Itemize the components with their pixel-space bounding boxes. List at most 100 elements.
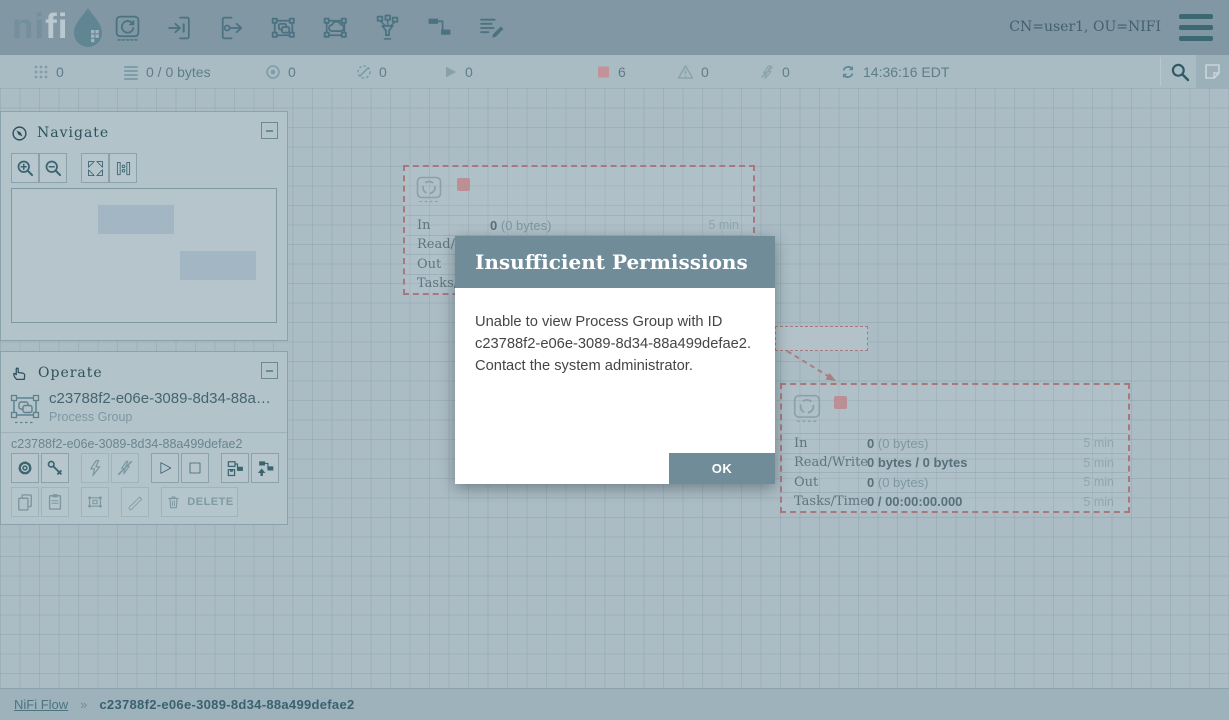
zoom-out-icon: [43, 158, 64, 179]
status-transmitting: 0: [265, 55, 296, 88]
stat-extra: (0 bytes): [878, 475, 929, 490]
stat-window: 5 min: [1083, 495, 1114, 509]
navigate-buttons: [11, 153, 137, 183]
start-button[interactable]: [151, 453, 179, 483]
zoom-actual-size-button[interactable]: [109, 153, 137, 183]
zoom-fit-button[interactable]: [81, 153, 109, 183]
output-port-icon: [218, 14, 245, 42]
birdseye-map[interactable]: [11, 188, 277, 323]
operate-title: Operate: [38, 365, 103, 381]
breadcrumb: NiFi Flow » c23788f2-e06e-3089-8d34-88a4…: [0, 688, 1229, 720]
enable-button[interactable]: [81, 453, 109, 483]
bulletin-board-button[interactable]: [1196, 55, 1229, 88]
processor-icon: [114, 14, 141, 42]
lightning-slash-icon: [115, 458, 135, 478]
stat-value: 0 / 00:00:00.000: [867, 494, 962, 509]
group-button[interactable]: [81, 487, 109, 517]
stat-label: In: [417, 218, 490, 233]
stop-button[interactable]: [181, 453, 209, 483]
restricted-component-2[interactable]: In 0 (0 bytes) 5 min Read/Write 0 bytes …: [780, 383, 1130, 513]
refresh-time: 14:36:16 EDT: [863, 64, 949, 80]
delete-label: DELETE: [187, 496, 233, 508]
operate-palette: Operate c23788f2-e06e-3089-8d34-88a499de…: [0, 351, 288, 525]
copy-icon: [15, 492, 35, 512]
status-running: 0: [443, 55, 473, 88]
bulletin-note-icon: [1203, 62, 1222, 81]
not-transmitting-count: 0: [379, 64, 387, 80]
nifi-drop-icon: [69, 6, 107, 50]
zoom-out-button[interactable]: [39, 153, 67, 183]
stopped-count: 6: [618, 64, 626, 80]
invalid-warning-icon: [677, 64, 694, 80]
stat-extra: (0 bytes): [501, 218, 552, 233]
stopped-status-square: [834, 396, 847, 409]
dialog-title: Insufficient Permissions: [475, 250, 748, 274]
stat-label: Tasks/Time: [794, 494, 867, 509]
toolbar-label[interactable]: [478, 13, 505, 42]
toolbar-output-port[interactable]: [218, 13, 245, 42]
processor-ghost-icon: [792, 393, 822, 424]
nifi-logo[interactable]: nifi: [12, 6, 107, 50]
stat-label: Read/Write: [794, 455, 867, 470]
status-disabled: 0: [759, 55, 790, 88]
stat-value: 0: [867, 475, 874, 490]
toolbar-template[interactable]: [426, 13, 453, 42]
logo-text-fi: fi: [45, 6, 68, 48]
copy-button[interactable]: [11, 487, 39, 517]
delete-button[interactable]: DELETE: [161, 487, 238, 517]
processor-ghost-icon: [415, 175, 443, 204]
access-policies-button[interactable]: [41, 453, 69, 483]
process-group-icon: [9, 390, 41, 426]
toolbar-process-group[interactable]: [270, 13, 297, 42]
one-to-one-icon: [113, 158, 134, 179]
create-template-button[interactable]: [221, 453, 249, 483]
navigate-collapse-button[interactable]: [261, 122, 278, 139]
template-icon: [426, 14, 453, 42]
configure-button[interactable]: [11, 453, 39, 483]
ok-button[interactable]: OK: [669, 453, 775, 484]
toolbar-remote-process-group[interactable]: [322, 13, 349, 42]
dialog-message: Unable to view Process Group with ID c23…: [475, 312, 767, 377]
stat-value: 0 bytes / 0 bytes: [867, 455, 967, 470]
disabled-count: 0: [782, 64, 790, 80]
breadcrumb-root-link[interactable]: NiFi Flow: [14, 697, 68, 712]
breadcrumb-separator: »: [80, 697, 87, 712]
stat-label: Out: [794, 475, 867, 490]
search-button[interactable]: [1170, 62, 1190, 82]
toolbar-input-port[interactable]: [166, 13, 193, 42]
app-header: nifi: [0, 0, 1229, 55]
search-icon: [1170, 62, 1190, 82]
threads-grid-icon: [33, 64, 49, 80]
status-active-threads: 0: [33, 55, 64, 88]
stop-square-icon: [185, 458, 205, 478]
stat-window: 5 min: [708, 218, 739, 232]
paint-brush-icon: [125, 492, 145, 512]
selection-type: Process Group: [49, 410, 273, 424]
current-user: CN=user1, OU=NIFI: [1009, 19, 1161, 35]
toolbar-funnel[interactable]: [374, 13, 401, 42]
insufficient-permissions-dialog: Insufficient Permissions Unable to view …: [455, 236, 775, 484]
selection-id: c23788f2-e06e-3089-8d34-88a499defae2: [1, 432, 287, 454]
paste-icon: [45, 492, 65, 512]
running-count: 0: [465, 64, 473, 80]
stat-window: 5 min: [1083, 456, 1114, 470]
running-play-icon: [443, 64, 458, 80]
change-color-button[interactable]: [121, 487, 149, 517]
zoom-in-button[interactable]: [11, 153, 39, 183]
upload-template-button[interactable]: [251, 453, 279, 483]
toolbar-processor[interactable]: [114, 13, 141, 42]
paste-button[interactable]: [41, 487, 69, 517]
status-last-refresh: 14:36:16 EDT: [840, 55, 949, 88]
breadcrumb-current: c23788f2-e06e-3089-8d34-88a499defae2: [99, 697, 354, 712]
operate-collapse-button[interactable]: [261, 362, 278, 379]
global-menu-button[interactable]: [1179, 14, 1213, 41]
disable-button[interactable]: [111, 453, 139, 483]
queued-list-icon: [123, 64, 139, 80]
stat-row-in: In 0 (0 bytes) 5 min: [782, 433, 1128, 453]
key-icon: [45, 458, 65, 478]
menu-bar: [1179, 36, 1213, 41]
birdseye-component: [180, 251, 256, 280]
gear-icon: [15, 458, 35, 478]
stat-extra: (0 bytes): [878, 436, 929, 451]
template-upload-icon: [255, 458, 275, 478]
